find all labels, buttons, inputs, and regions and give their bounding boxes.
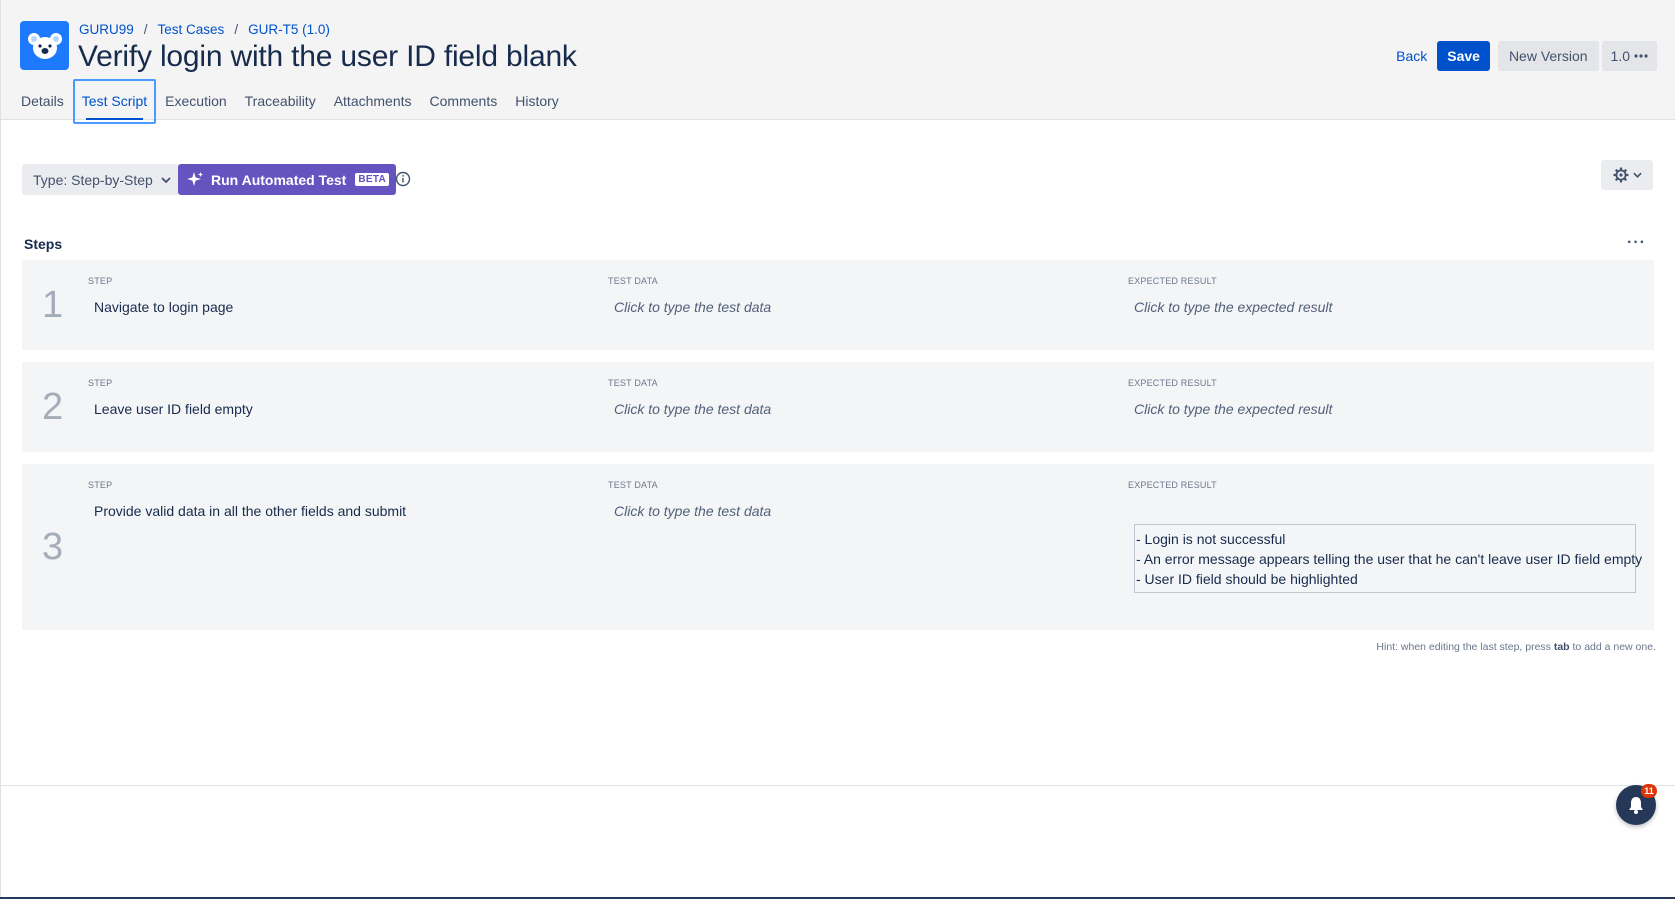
settings-menu-button[interactable] (1601, 160, 1653, 190)
tab-details[interactable]: Details (12, 79, 73, 124)
step-column: STEP Provide valid data in all the other… (88, 480, 406, 519)
steps-more-menu[interactable]: ··· (1627, 234, 1646, 252)
tab-bar: Details Test Script Execution Traceabili… (12, 79, 568, 124)
koala-icon (27, 32, 62, 59)
test-data-input[interactable]: Click to type the test data (614, 401, 771, 417)
test-data-column: TEST DATA Click to type the test data (608, 480, 771, 519)
expected-result-input[interactable]: Click to type the expected result (1134, 401, 1332, 417)
step-column: STEP Leave user ID field empty (88, 378, 253, 417)
project-logo[interactable] (20, 21, 69, 70)
expected-result-column: EXPECTED RESULT Click to type the expect… (1128, 276, 1332, 315)
steps-section-title: Steps (24, 236, 63, 252)
content-divider (0, 785, 1675, 786)
page-header: GURU99 / Test Cases / GUR-T5 (1.0) Verif… (0, 0, 1675, 124)
bell-icon (1629, 797, 1643, 814)
test-data-input[interactable]: Click to type the test data (614, 299, 771, 315)
add-step-hint: Hint: when editing the last step, press … (1376, 641, 1656, 653)
expected-result-input[interactable]: Click to type the expected result (1134, 299, 1332, 315)
back-button[interactable]: Back (1390, 41, 1433, 71)
header-actions: Back Save New Version 1.0 (1390, 41, 1657, 71)
notification-count-badge: 11 (1641, 784, 1657, 798)
tab-test-script[interactable]: Test Script (72, 79, 157, 124)
test-data-input[interactable]: Click to type the test data (614, 503, 771, 519)
gear-icon (1613, 167, 1628, 183)
step-row[interactable]: 1 STEP Navigate to login page TEST DATA … (22, 260, 1654, 350)
run-automated-test-label: Run Automated Test (211, 171, 347, 188)
hint-prefix: Hint: when editing the last step, press (1376, 641, 1551, 653)
expected-result-line: - User ID field should be highlighted (1136, 571, 1358, 587)
chevron-down-icon (161, 176, 171, 183)
breadcrumb-separator: / (143, 22, 148, 37)
step-number: 1 (42, 284, 64, 326)
expected-result-line: - An error message appears telling the u… (1136, 551, 1643, 567)
test-data-column-label: TEST DATA (608, 378, 658, 388)
expected-result-column-label: EXPECTED RESULT (1128, 378, 1217, 388)
step-number: 3 (42, 526, 64, 568)
page-title[interactable]: Verify login with the user ID field blan… (78, 40, 577, 74)
tab-comments[interactable]: Comments (421, 79, 507, 124)
test-data-column-label: TEST DATA (608, 480, 658, 490)
expected-result-column-label: EXPECTED RESULT (1128, 276, 1217, 286)
run-automated-test-button[interactable]: Run Automated Test BETA (178, 164, 397, 195)
sparkle-icon (187, 171, 203, 186)
step-column-label: STEP (88, 378, 113, 388)
step-row[interactable]: 3 STEP Provide valid data in all the oth… (22, 464, 1654, 630)
step-row[interactable]: 2 STEP Leave user ID field empty TEST DA… (22, 362, 1654, 452)
script-type-dropdown[interactable]: Type: Step-by-Step (22, 164, 180, 195)
version-label: 1.0 (1610, 48, 1630, 64)
breadcrumb-separator: / (234, 22, 239, 37)
step-description[interactable]: Provide valid data in all the other fiel… (94, 503, 406, 519)
step-column: STEP Navigate to login page (88, 276, 233, 315)
expected-result-editor[interactable]: - Login is not successful - An error mes… (1134, 524, 1643, 593)
expected-result-column: EXPECTED RESULT - Login is not successfu… (1128, 480, 1643, 593)
script-type-label: Type: Step-by-Step (33, 171, 153, 188)
expected-result-line: - Login is not successful (1136, 531, 1286, 547)
new-version-button[interactable]: New Version (1497, 41, 1599, 71)
test-data-column-label: TEST DATA (608, 276, 658, 286)
step-description[interactable]: Leave user ID field empty (94, 401, 253, 417)
chevron-down-icon (1632, 172, 1642, 178)
test-data-column: TEST DATA Click to type the test data (608, 378, 771, 417)
step-description[interactable]: Navigate to login page (94, 299, 233, 315)
tab-traceability[interactable]: Traceability (236, 79, 325, 124)
save-button[interactable]: Save (1437, 41, 1490, 71)
hint-suffix: to add a new one. (1572, 641, 1656, 653)
more-icon (1634, 54, 1648, 58)
expected-result-column-label: EXPECTED RESULT (1128, 480, 1217, 490)
version-menu-button[interactable]: 1.0 (1601, 41, 1657, 71)
page-left-border (0, 120, 1, 899)
step-column-label: STEP (88, 480, 113, 490)
step-number: 2 (42, 386, 64, 428)
breadcrumb-test-cases[interactable]: Test Cases (158, 22, 225, 37)
info-icon[interactable] (395, 171, 411, 187)
tab-attachments[interactable]: Attachments (325, 79, 421, 124)
breadcrumb: GURU99 / Test Cases / GUR-T5 (1.0) (79, 22, 330, 37)
hint-key: tab (1553, 641, 1570, 653)
tab-history[interactable]: History (506, 79, 568, 124)
tab-execution[interactable]: Execution (156, 79, 235, 124)
expected-result-column: EXPECTED RESULT Click to type the expect… (1128, 378, 1332, 417)
test-data-column: TEST DATA Click to type the test data (608, 276, 771, 315)
breadcrumb-test-case-key[interactable]: GUR-T5 (1.0) (248, 22, 330, 37)
breadcrumb-project[interactable]: GURU99 (79, 22, 134, 37)
step-column-label: STEP (88, 276, 113, 286)
beta-badge: BETA (355, 173, 390, 186)
